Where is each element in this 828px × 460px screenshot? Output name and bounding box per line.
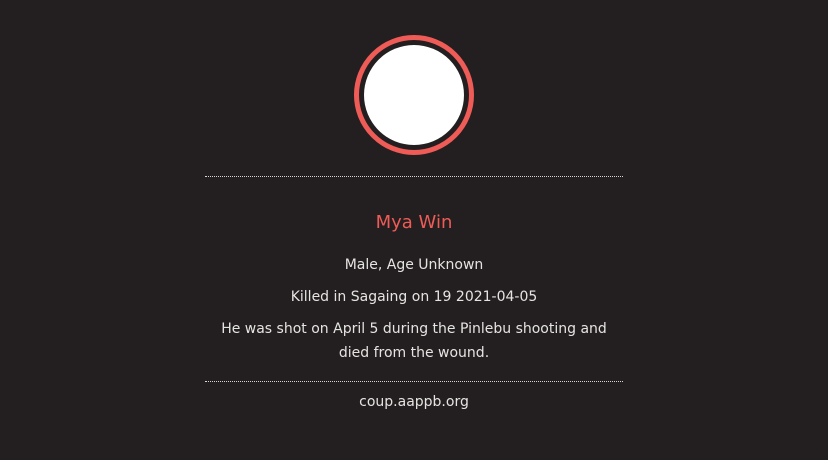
top-divider — [205, 176, 623, 177]
gender-age-text: Male, Age Unknown — [344, 257, 484, 273]
victim-card: Mya Win Male, Age Unknown Killed in Saga… — [0, 0, 828, 460]
bottom-divider — [205, 381, 623, 382]
avatar-ring — [354, 35, 474, 155]
death-info-text: Killed in Sagaing on 19 2021-04-05 — [290, 289, 538, 305]
description-text: He was shot on April 5 during the Pinleb… — [221, 321, 607, 361]
victim-name: Mya Win — [375, 212, 453, 233]
avatar — [364, 45, 464, 145]
source-link[interactable]: coup.aappb.org — [205, 390, 623, 414]
